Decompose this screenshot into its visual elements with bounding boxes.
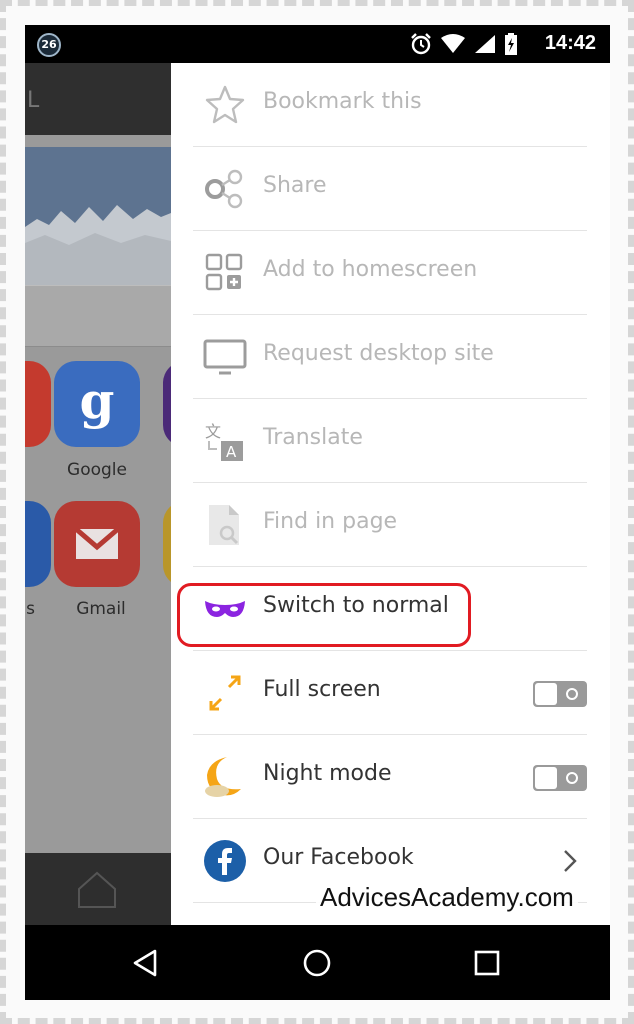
battery-charging-icon	[505, 33, 517, 55]
menu-item-translate[interactable]: 文 A Translate	[193, 399, 587, 483]
full-screen-toggle[interactable]	[533, 681, 587, 707]
watermark-text: AdvicesAcademy.com	[316, 882, 578, 913]
menu-item-night-mode[interactable]: Night mode	[193, 735, 587, 819]
toggle-off-indicator	[566, 688, 578, 700]
browser-options-menu: Bookmark this Share Add to homescreen Re…	[171, 63, 610, 925]
menu-item-label: Share	[263, 173, 327, 198]
menu-item-label: Bookmark this	[263, 89, 422, 114]
find-in-page-icon	[209, 505, 239, 545]
google-tile: g	[54, 361, 140, 447]
monitor-icon	[203, 339, 247, 375]
background-search-field	[25, 285, 171, 347]
toggle-knob	[535, 767, 557, 789]
google-tile-label: Google	[67, 460, 127, 480]
menu-item-request-desktop-site[interactable]: Request desktop site	[193, 315, 587, 399]
star-outline-icon	[205, 85, 245, 124]
partial-tile-left-2	[25, 501, 51, 587]
google-tile-letter: g	[79, 371, 115, 430]
menu-item-add-to-homescreen[interactable]: Add to homescreen	[193, 231, 587, 315]
moon-cloud-icon	[205, 757, 241, 797]
toggle-off-indicator	[566, 772, 578, 784]
chevron-right-icon	[564, 850, 577, 872]
menu-item-label: Add to homescreen	[263, 257, 478, 282]
partial-tile-label: s	[26, 599, 35, 619]
signal-icon	[475, 35, 495, 53]
menu-item-label: Full screen	[263, 677, 381, 702]
background-browser-page: L g Google Gmail s	[25, 63, 171, 925]
menu-item-label: Our Facebook	[263, 845, 414, 870]
back-icon[interactable]	[125, 945, 165, 981]
menu-item-label: Night mode	[263, 761, 392, 786]
partial-tile-right	[163, 361, 171, 447]
add-to-homescreen-icon	[205, 253, 243, 291]
partial-tile-left	[25, 361, 51, 447]
menu-item-full-screen[interactable]: Full screen	[193, 651, 587, 735]
translate-icon: 文 A	[205, 422, 243, 461]
partial-tile-right-2	[163, 501, 171, 587]
menu-item-label: Translate	[263, 425, 363, 450]
background-url-bar: L	[25, 63, 171, 135]
mountain-illustration	[25, 205, 171, 285]
mountain-banner	[25, 147, 171, 285]
status-bar: 26 14:42	[25, 25, 610, 63]
svg-text:文: 文	[205, 422, 221, 441]
menu-item-label: Request desktop site	[263, 341, 494, 366]
home-icon[interactable]	[297, 945, 337, 981]
wifi-icon	[441, 34, 465, 53]
alarm-icon	[411, 33, 431, 55]
red-highlight-box	[177, 583, 471, 647]
android-navigation-bar	[25, 925, 610, 1000]
gmail-tile	[54, 501, 140, 587]
gmail-envelope-icon	[74, 527, 120, 559]
share-icon	[205, 169, 243, 209]
facebook-icon	[204, 840, 246, 882]
background-bottom-bar	[25, 853, 171, 925]
menu-item-label: Find in page	[263, 509, 398, 534]
menu-item-bookmark[interactable]: Bookmark this	[193, 63, 587, 147]
expand-arrows-icon	[209, 675, 241, 711]
phone-screen: 26 14:42 L g Google Gmail s Bookmark thi…	[25, 25, 610, 1000]
menu-item-find-in-page[interactable]: Find in page	[193, 483, 587, 567]
recents-icon[interactable]	[467, 945, 507, 981]
status-icons	[410, 32, 518, 56]
home-outline-icon	[78, 871, 116, 908]
menu-item-share[interactable]: Share	[193, 147, 587, 231]
url-fragment: L	[27, 88, 40, 113]
gmail-tile-label: Gmail	[76, 599, 126, 619]
status-time: 14:42	[544, 32, 596, 54]
toggle-knob	[535, 683, 557, 705]
night-mode-toggle[interactable]	[533, 765, 587, 791]
svg-text:A: A	[226, 443, 237, 461]
notification-count-badge: 26	[37, 33, 61, 57]
